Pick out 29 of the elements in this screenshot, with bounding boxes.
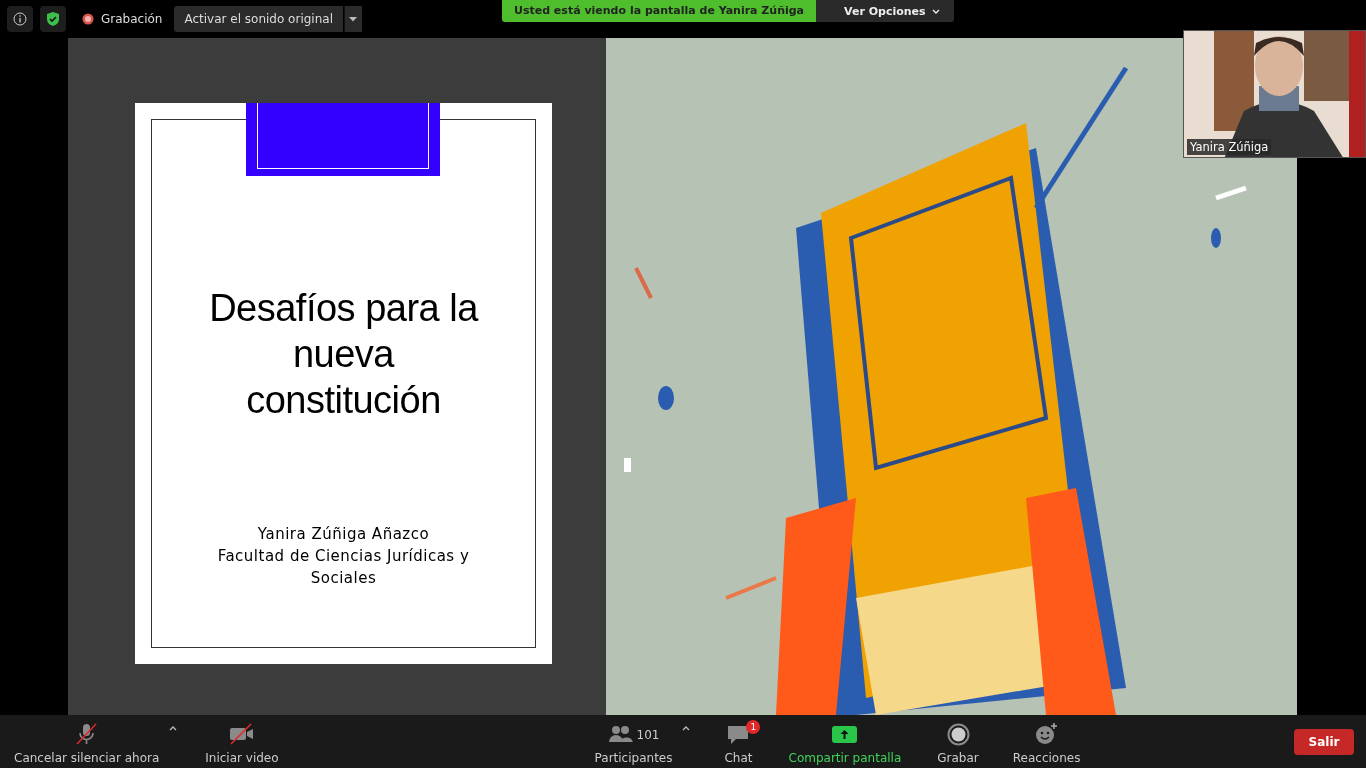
author-name: Yanira Zúñiga Añazco [256,524,431,545]
recording-icon [82,13,94,25]
view-options-button[interactable]: Ver Opciones [816,0,954,22]
slide-title: Desafíos para la nueva constitución [209,286,478,423]
notification-badge: 1 [746,720,761,734]
record-button[interactable]: Grabar [929,718,987,765]
share-banner: Usted está viendo la pantalla de Yanira Zúñiga [501,0,817,22]
video-button[interactable]: Iniciar video [197,718,287,765]
security-button[interactable] [40,6,66,32]
chevron-icon [931,8,940,14]
smiley-icon [1034,722,1060,747]
chat-button[interactable]: 1 Chat [716,718,761,765]
mic-button[interactable]: Cancelar silenciar ahora [6,718,168,765]
participants-button[interactable]: 101 Participantes [586,718,681,765]
info-button[interactable] [7,6,33,32]
info-icon [13,12,27,26]
affiliation-text: Facultad de Ciencias Jurídicas y Sociales [217,546,470,589]
leave-button[interactable]: Salir [1294,728,1354,755]
caret-icon [682,726,691,731]
audio-dropdown-button[interactable] [343,6,362,32]
shield-icon [46,11,60,27]
reactions-button[interactable]: Reacciones [1004,718,1089,765]
recording-label: Grabación [101,12,163,26]
share-button[interactable]: Compartir pantalla [780,718,910,765]
participant-count: 101 [636,727,660,742]
caret-icon [169,726,178,731]
audio-button[interactable]: Activar el sonido original [174,6,343,32]
caret-icon [349,16,358,22]
record-icon [945,722,971,747]
